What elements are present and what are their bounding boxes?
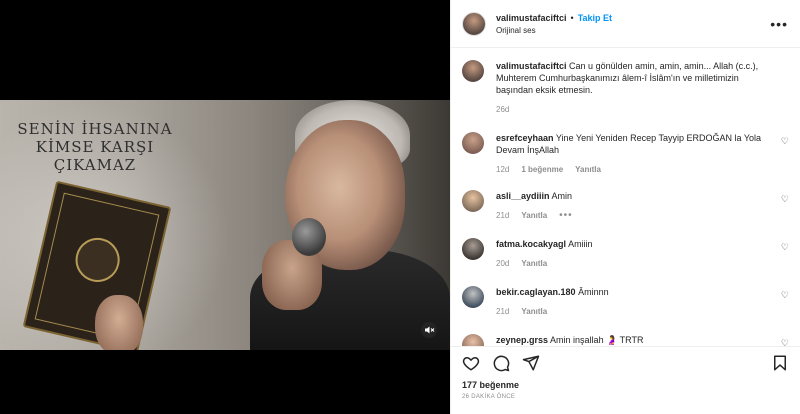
caption-body: valimustafaciftci Can u gönülden amin, a… [496,60,789,116]
comment-text: Âminnn [578,287,609,297]
heart-icon[interactable]: ♡ [781,338,789,346]
reply-button[interactable]: Yanıtla [521,258,547,270]
instagram-post-modal: SENİN İHSANINA KİMSE KARŞI ÇIKAMAZ valim… [0,0,800,414]
comment-likes[interactable]: 1 beğenme [521,164,563,176]
comment-body: asli__aydiiin Amin 21d Yanıtla ••• [496,190,789,222]
comment-username[interactable]: esrefceyhaan [496,133,554,143]
heart-icon[interactable]: ♡ [781,242,789,253]
reply-button[interactable]: Yanıtla [575,164,601,176]
media-panel: SENİN İHSANINA KİMSE KARŞI ÇIKAMAZ [0,0,450,414]
comment-username[interactable]: asli__aydiiin [496,191,550,201]
follow-button[interactable]: Takip Et [578,13,612,23]
comment-content: esrefceyhaan Yine Yeni Yeniden Recep Tay… [496,132,773,156]
quote-line-2: KİMSE KARŞI [35,138,155,156]
comment-avatar[interactable] [462,334,484,346]
comment-item: asli__aydiiin Amin 21d Yanıtla ••• ♡ [462,190,789,222]
comment-content: asli__aydiiin Amin [496,190,773,202]
quote-line-3: ÇIKAMAZ [53,156,137,174]
comment-avatar[interactable] [462,190,484,212]
caption-content: valimustafaciftci Can u gönülden amin, a… [496,60,773,96]
comment-text: Amin inşallah 🤰 TRTR [550,335,644,345]
comments-list[interactable]: valimustafaciftci Can u gönülden amin, a… [451,48,800,346]
more-options-icon[interactable]: ••• [770,16,788,32]
post-timestamp[interactable]: 26 DAKİKA ÖNCE [462,394,789,400]
post-details-panel: valimustafaciftci • Takip Et Orijinal se… [450,0,800,414]
like-heart-glyph [462,356,480,371]
heart-icon[interactable]: ♡ [781,136,789,147]
author-info: valimustafaciftci • Takip Et Orijinal se… [496,13,770,35]
author-username[interactable]: valimustafaciftci [496,13,567,23]
comment-username[interactable]: zeynep.grss [496,335,548,345]
share-paper-plane-glyph [522,355,540,371]
comment-content: zeynep.grss Amin inşallah 🤰 TRTR [496,334,773,346]
caption-time[interactable]: 26d [496,104,509,116]
speaker-muted-icon[interactable] [421,322,437,338]
comment-time[interactable]: 21d [496,306,509,318]
comment-body: bekir.caglayan.180 Âminnn 21d Yanıtla [496,286,789,318]
caption-meta: 26d [496,104,773,116]
action-icons [462,347,789,379]
caption: valimustafaciftci Can u gönülden amin, a… [462,60,789,116]
comment-time[interactable]: 20d [496,258,509,270]
comment-content: fatma.kocakyagl Amiiin [496,238,773,250]
comment-more-icon[interactable]: ••• [559,210,573,222]
comment-meta: 21d Yanıtla [496,306,773,318]
comment-bubble-glyph [493,355,510,372]
like-heart-icon[interactable] [462,354,480,372]
comment-item: zeynep.grss Amin inşallah 🤰 TRTR ♡ [462,334,789,346]
caption-username[interactable]: valimustafaciftci [496,61,567,71]
comment-meta: 20d Yanıtla [496,258,773,270]
comment-avatar[interactable] [462,286,484,308]
author-row: valimustafaciftci • Takip Et [496,13,770,23]
video-book-hand [95,295,143,350]
comment-avatar[interactable] [462,238,484,260]
heart-icon[interactable]: ♡ [781,290,789,301]
caption-avatar[interactable] [462,60,484,82]
comment-bubble-icon[interactable] [492,354,510,372]
comment-time[interactable]: 21d [496,210,509,222]
comment-body: zeynep.grss Amin inşallah 🤰 TRTR [496,334,789,346]
share-paper-plane-icon[interactable] [522,354,540,372]
video-quote-text: SENİN İHSANINA KİMSE KARŞI ÇIKAMAZ [10,120,180,174]
save-bookmark-icon[interactable] [771,354,789,372]
save-bookmark-glyph [774,355,786,371]
comment-text: Amiiin [568,239,593,249]
comment-meta: 21d Yanıtla ••• [496,210,773,222]
comment-meta: 12d 1 beğenme Yanıtla [496,164,773,176]
speaker-muted-glyph [425,326,435,334]
comment-content: bekir.caglayan.180 Âminnn [496,286,773,298]
comment-body: esrefceyhaan Yine Yeni Yeniden Recep Tay… [496,132,789,176]
video-microphone [292,218,326,256]
comment-item: esrefceyhaan Yine Yeni Yeniden Recep Tay… [462,132,789,176]
comment-body: fatma.kocakyagl Amiiin 20d Yanıtla [496,238,789,270]
author-avatar[interactable] [462,11,486,36]
post-header: valimustafaciftci • Takip Et Orijinal se… [451,0,800,48]
comment-item: bekir.caglayan.180 Âminnn 21d Yanıtla ♡ [462,286,789,318]
reply-button[interactable]: Yanıtla [521,210,547,222]
post-video[interactable]: SENİN İHSANINA KİMSE KARŞI ÇIKAMAZ [0,100,450,350]
comment-username[interactable]: fatma.kocakyagl [496,239,566,249]
comment-avatar[interactable] [462,132,484,154]
comment-time[interactable]: 12d [496,164,509,176]
comment-text: Amin [551,191,573,201]
reply-button[interactable]: Yanıtla [521,306,547,318]
post-actions: 177 beğenme 26 DAKİKA ÖNCE [451,346,800,414]
audio-label[interactable]: Orijinal ses [496,26,770,35]
separator-dot: • [570,12,574,23]
likes-count[interactable]: 177 beğenme [462,380,789,390]
comment-username[interactable]: bekir.caglayan.180 [496,287,576,297]
comment-item: fatma.kocakyagl Amiiin 20d Yanıtla ♡ [462,238,789,270]
quote-line-1: SENİN İHSANINA [17,120,173,138]
heart-icon[interactable]: ♡ [781,194,789,205]
